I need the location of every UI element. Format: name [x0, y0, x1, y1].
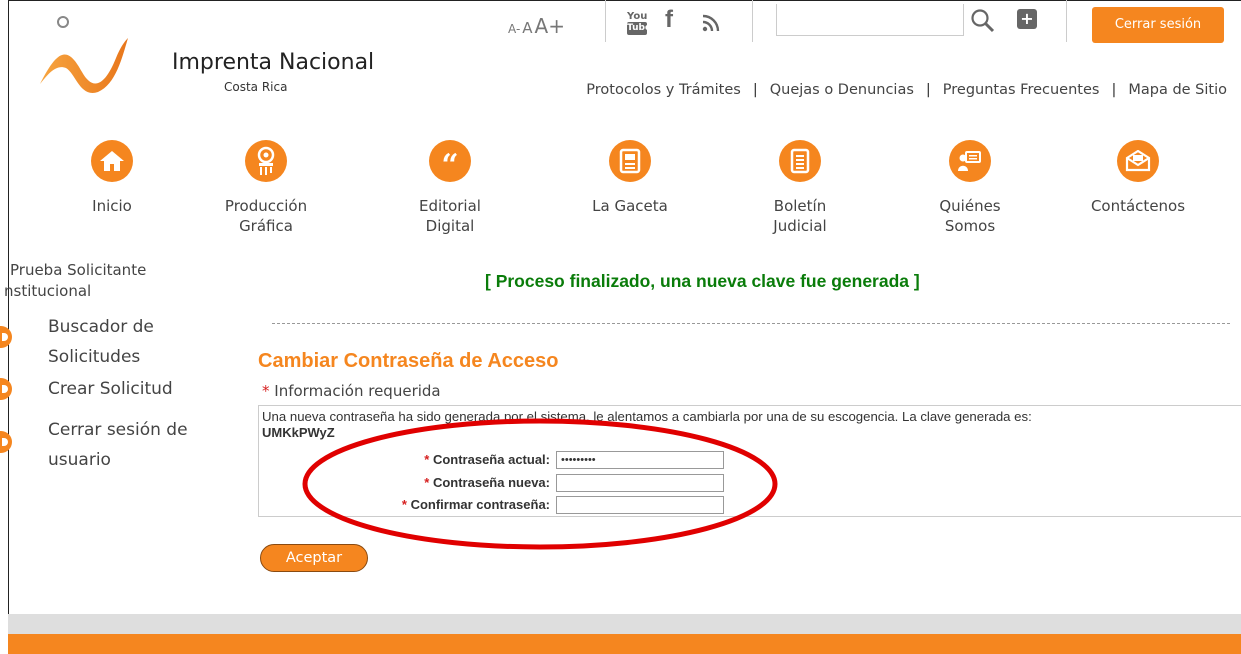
nav-item-la-gaceta[interactable]: La Gaceta [560, 140, 700, 216]
nav-label: Inicio [92, 197, 132, 215]
nav-item-editorial-digital[interactable]: “ Editorial Digital [380, 140, 520, 236]
font-size-medium-button[interactable]: A [522, 19, 532, 37]
nav-label: Producción Gráfica [224, 197, 308, 235]
annotation-ellipse [302, 418, 778, 550]
nav-item-contactenos[interactable]: Contáctenos [1068, 140, 1208, 216]
footer-orange-band [8, 634, 1241, 654]
nav-item-boletin-judicial[interactable]: Boletín Judicial [730, 140, 870, 236]
mail-icon [1117, 140, 1159, 182]
top-link-quejas[interactable]: Quejas o Denuncias [770, 82, 914, 98]
rss-icon[interactable] [702, 14, 720, 32]
search-icon[interactable] [970, 8, 996, 34]
add-icon[interactable]: + [1017, 9, 1037, 29]
required-info: * Información requerida [262, 382, 441, 400]
font-sizer: A- A A+ [508, 14, 565, 38]
top-links: Protocolos y Trámites | Quejas o Denunci… [586, 82, 1227, 98]
document-icon [779, 140, 821, 182]
top-link-preguntas[interactable]: Preguntas Frecuentes [943, 82, 1100, 98]
home-icon [91, 140, 133, 182]
newspaper-icon [609, 140, 651, 182]
search-input[interactable] [776, 4, 964, 36]
nav-item-inicio[interactable]: Inicio [42, 140, 182, 216]
nav-label: La Gaceta [592, 197, 668, 215]
nav-label: Quiénes Somos [939, 197, 1001, 235]
font-size-large-button[interactable]: A+ [535, 14, 565, 38]
logout-button[interactable]: Cerrar sesión [1092, 7, 1224, 43]
user-name: Prueba Solicitante [10, 261, 147, 279]
nav-label: Boletín Judicial [773, 197, 827, 235]
top-link-separator: | [1111, 82, 1117, 98]
required-info-text: Información requerida [274, 382, 441, 400]
nav-label: Contáctenos [1090, 197, 1186, 215]
divider [272, 323, 1230, 324]
required-star: * [262, 382, 270, 400]
nav-item-quienes-somos[interactable]: Quiénes Somos [900, 140, 1040, 236]
sidebar-item-label: Buscador de Solicitudes [48, 317, 154, 367]
top-link-protocolos[interactable]: Protocolos y Trámites [586, 82, 741, 98]
top-link-separator: | [752, 82, 758, 98]
brand-name: Imprenta Nacional [172, 50, 375, 75]
logo-swoosh-icon [40, 38, 128, 93]
nav-item-produccion-grafica[interactable]: Producción Gráfica [196, 140, 336, 236]
sidebar-item-label: Crear Solicitud [48, 379, 173, 399]
main-nav: Inicio Producción Gráfica “ Editorial Di… [0, 140, 1241, 250]
nav-label: Editorial Digital [419, 197, 481, 235]
facebook-icon[interactable]: f [665, 6, 673, 34]
top-link-separator: | [925, 82, 931, 98]
footer-grey-band [8, 614, 1241, 634]
quote-icon: “ [429, 140, 471, 182]
form-title: Cambiar Contraseña de Acceso [258, 350, 559, 372]
header-divider [1066, 0, 1067, 42]
status-message: [ Proceso finalizado, una nueva clave fu… [485, 271, 920, 291]
people-icon [949, 140, 991, 182]
header-divider [752, 0, 753, 42]
header-divider [605, 0, 606, 42]
brand-subtitle: Costa Rica [224, 80, 288, 94]
print-icon [245, 140, 287, 182]
youtube-icon[interactable]: You Tube [627, 11, 651, 35]
user-institution: nstitucional [4, 282, 92, 300]
font-size-small-button[interactable]: A- [508, 22, 520, 36]
top-link-mapa[interactable]: Mapa de Sitio [1128, 82, 1227, 98]
